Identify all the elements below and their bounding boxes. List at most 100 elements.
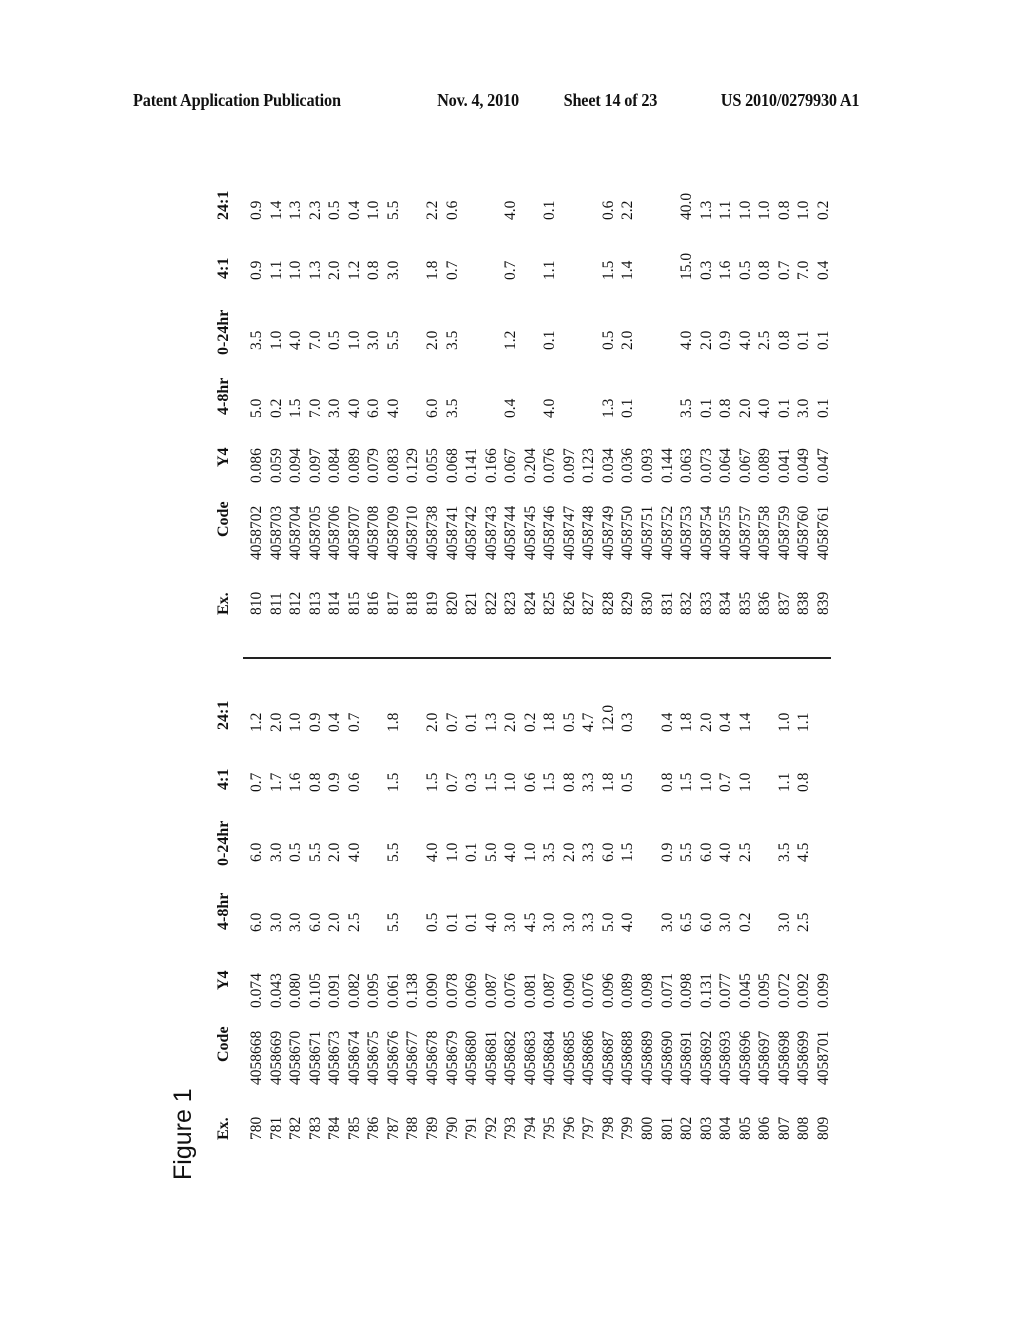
- cell-hr0-24: 3.3: [580, 842, 598, 862]
- cell-code: 4058760: [795, 505, 813, 560]
- cell-hr0-24: 6.0: [697, 842, 715, 862]
- cell-hr4-8: 3.0: [287, 912, 305, 932]
- cell-code: 4058757: [736, 505, 754, 560]
- cell-ratio24-1: 1.0: [287, 712, 305, 732]
- cell-ex: 793: [502, 1116, 520, 1140]
- cell-y4: 0.036: [619, 448, 637, 483]
- cell-hr4-8: 3.5: [678, 398, 696, 418]
- cell-ratio24-1: 1.3: [697, 200, 715, 220]
- cell-hr4-8: 0.5: [423, 912, 441, 932]
- cell-hr4-8: 7.0: [306, 398, 324, 418]
- cell-ratio4-1: 1.5: [423, 772, 441, 792]
- cell-ratio4-1: 1.7: [267, 772, 285, 792]
- cell-code: 4058744: [502, 505, 520, 560]
- cell-code: 4058697: [756, 1030, 774, 1085]
- cell-ratio24-1: 2.2: [619, 200, 637, 220]
- cell-ratio24-1: 1.3: [287, 200, 305, 220]
- cell-y4: 0.067: [502, 448, 520, 483]
- cell-hr4-8: 0.2: [267, 398, 285, 418]
- cell-ratio4-1: 1.4: [619, 260, 637, 280]
- cell-hr0-24: 5.5: [384, 842, 402, 862]
- cell-code: 4058686: [580, 1030, 598, 1085]
- cell-ratio24-1: 1.4: [736, 712, 754, 732]
- cell-y4: 0.064: [717, 448, 735, 483]
- cell-ex: 783: [306, 1116, 324, 1140]
- cell-code: 4058746: [541, 505, 559, 560]
- cell-hr4-8: 4.0: [345, 398, 363, 418]
- cell-ex: 824: [521, 591, 539, 615]
- cell-ratio4-1: 0.9: [248, 260, 265, 280]
- cell-code: 4058703: [267, 505, 285, 560]
- cell-ratio24-1: 2.0: [423, 712, 441, 732]
- cell-ex: 818: [404, 591, 422, 615]
- cell-y4: 0.097: [306, 448, 324, 483]
- cell-ratio24-1: 1.1: [717, 200, 735, 220]
- cell-y4: 0.090: [423, 973, 441, 1008]
- cell-code: 4058707: [345, 505, 363, 560]
- cell-code: 4058689: [639, 1030, 656, 1085]
- cell-ex: 829: [619, 591, 637, 615]
- cell-hr0-24: 3.5: [248, 330, 265, 350]
- cell-code: 4058681: [482, 1030, 500, 1085]
- cell-ex: 831: [658, 591, 676, 615]
- cell-ratio24-1: 0.6: [443, 200, 461, 220]
- column-header-ratio4-1: 4:1: [215, 768, 232, 790]
- cell-hr4-8: 4.0: [384, 398, 402, 418]
- cell-code: 4058753: [678, 505, 696, 560]
- cell-ratio4-1: 0.8: [306, 772, 324, 792]
- cell-hr0-24: 1.5: [619, 842, 637, 862]
- cell-ratio24-1: 4.0: [502, 200, 520, 220]
- cell-ratio24-1: 1.0: [736, 200, 754, 220]
- cell-code: 4058688: [619, 1030, 637, 1085]
- cell-ex: 808: [795, 1116, 813, 1140]
- cell-ex: 833: [697, 591, 715, 615]
- cell-hr0-24: 0.1: [795, 330, 813, 350]
- cell-code: 4058754: [697, 505, 715, 560]
- cell-ratio24-1: 1.8: [541, 712, 559, 732]
- cell-y4: 0.138: [404, 973, 422, 1008]
- cell-ratio4-1: 0.5: [619, 772, 637, 792]
- cell-y4: 0.045: [736, 973, 754, 1008]
- cell-hr4-8: 1.3: [599, 398, 617, 418]
- cell-ex: 826: [560, 591, 578, 615]
- cell-code: 4058682: [502, 1030, 520, 1085]
- cell-y4: 0.034: [599, 448, 617, 483]
- cell-ex: 838: [795, 591, 813, 615]
- cell-ex: 802: [678, 1116, 696, 1140]
- cell-ex: 790: [443, 1116, 461, 1140]
- cell-code: 4058743: [482, 505, 500, 560]
- cell-code: 4058704: [287, 505, 305, 560]
- cell-y4: 0.083: [384, 448, 402, 483]
- cell-hr4-8: 2.0: [736, 398, 754, 418]
- cell-ratio4-1: 7.0: [795, 260, 813, 280]
- cell-hr4-8: 3.5: [443, 398, 461, 418]
- cell-ex: 832: [678, 591, 696, 615]
- cell-ex: 792: [482, 1116, 500, 1140]
- cell-ex: 796: [560, 1116, 578, 1140]
- cell-y4: 0.141: [463, 448, 481, 483]
- cell-ex: 827: [580, 591, 598, 615]
- cell-ex: 800: [639, 1116, 656, 1140]
- cell-ratio24-1: 2.0: [267, 712, 285, 732]
- cell-y4: 0.082: [345, 973, 363, 1008]
- cell-ratio4-1: 0.5: [736, 260, 754, 280]
- cell-hr0-24: 4.0: [736, 330, 754, 350]
- cell-ratio4-1: 0.4: [814, 260, 832, 280]
- column-header-ex: Ex.: [215, 592, 232, 615]
- cell-hr4-8: 3.0: [775, 912, 793, 932]
- cell-y4: 0.071: [658, 973, 676, 1008]
- cell-ex: 830: [639, 591, 656, 615]
- cell-hr4-8: 6.0: [365, 398, 383, 418]
- cell-y4: 0.096: [599, 973, 617, 1008]
- cell-ratio4-1: 1.8: [599, 772, 617, 792]
- cell-ex: 825: [541, 591, 559, 615]
- cell-hr0-24: 3.0: [365, 330, 383, 350]
- cell-ratio24-1: 1.0: [795, 200, 813, 220]
- cell-ex: 809: [814, 1116, 832, 1140]
- cell-y4: 0.144: [658, 448, 676, 483]
- cell-hr4-8: 5.0: [599, 912, 617, 932]
- cell-hr4-8: 3.0: [326, 398, 344, 418]
- cell-y4: 0.069: [463, 973, 481, 1008]
- cell-ex: 785: [345, 1116, 363, 1140]
- cell-hr4-8: 0.1: [443, 912, 461, 932]
